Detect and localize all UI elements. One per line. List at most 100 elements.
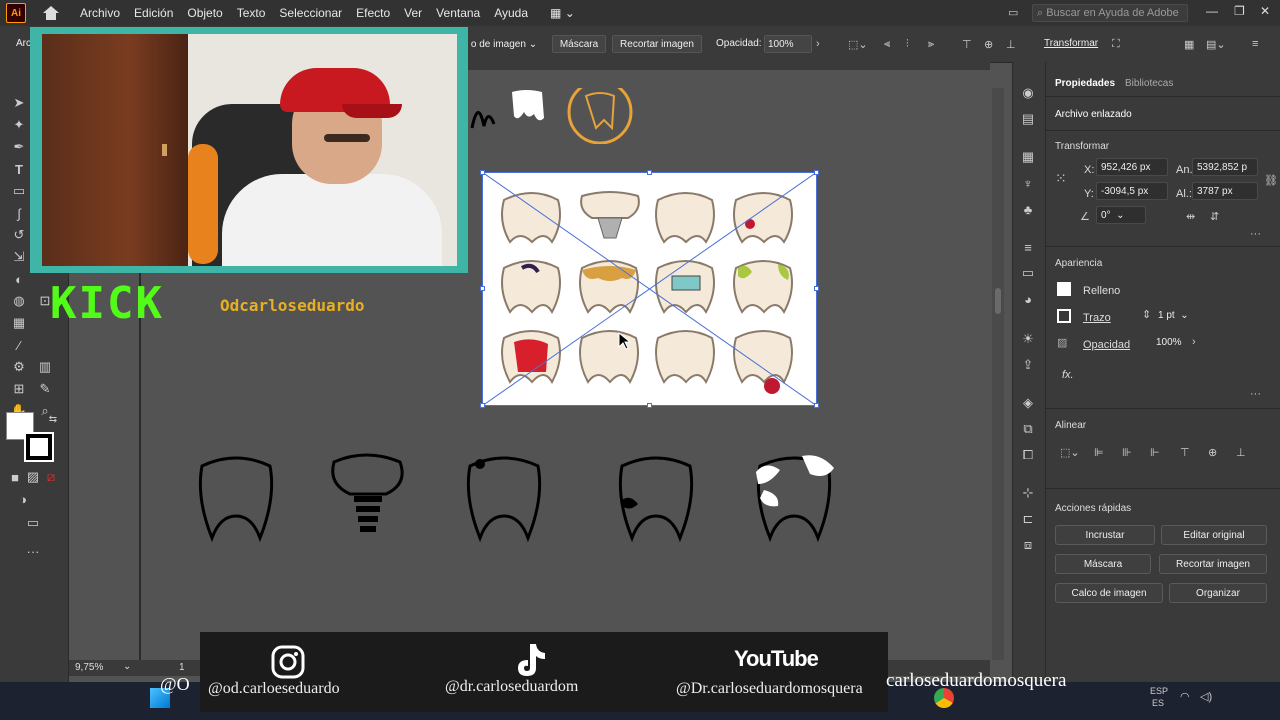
height-field[interactable]: 3787 px — [1192, 182, 1258, 200]
resize-handle-sw[interactable] — [480, 403, 485, 408]
zoom-chevron-icon[interactable]: ⌄ — [123, 661, 131, 672]
align-panel-icon[interactable]: ⊏ — [1019, 510, 1037, 528]
more-options-icon[interactable]: ··· — [1250, 228, 1261, 240]
maximize-icon[interactable]: ❐ — [1234, 4, 1245, 18]
menu-seleccionar[interactable]: Seleccionar — [279, 6, 342, 20]
swap-colors-icon[interactable]: ⇆ — [44, 410, 62, 428]
stroke-stepper-icon[interactable]: ⇕ — [1142, 308, 1151, 321]
brush-tool-icon[interactable]: ∫ — [10, 204, 28, 222]
links-icon[interactable]: ⧠ — [1019, 446, 1037, 464]
scale-tool-icon[interactable]: ⇲ — [10, 248, 28, 266]
fill-swatch-panel[interactable] — [1057, 282, 1071, 296]
volume-icon[interactable]: ◁) — [1200, 690, 1212, 703]
perspective-grid-icon[interactable]: ▦ — [10, 314, 28, 332]
placed-linked-image[interactable] — [480, 170, 819, 408]
menu-ayuda[interactable]: Ayuda — [494, 6, 528, 20]
chevron-right-icon[interactable]: › — [1192, 336, 1196, 348]
width-field[interactable]: 5392,852 p — [1192, 158, 1258, 176]
zoom-field[interactable]: 9,75% — [75, 662, 103, 673]
align-left-icon[interactable]: ⊫ — [1094, 446, 1104, 459]
help-search-input[interactable]: ⌕ Buscar en Ayuda de Adobe — [1032, 4, 1188, 22]
calco-button[interactable]: o de imagen ⌄ — [462, 35, 546, 53]
resize-handle-se[interactable] — [814, 403, 819, 408]
align-left-icon[interactable]: ⫷ — [884, 38, 898, 50]
stroke-panel-icon[interactable]: ≡ — [1019, 238, 1037, 256]
edit-original-button[interactable]: Editar original — [1161, 525, 1267, 545]
page-field[interactable]: 1 — [179, 662, 185, 673]
screen-mode-icon[interactable]: ▭ — [24, 514, 42, 532]
slice-tool-icon[interactable]: ✎ — [36, 380, 54, 398]
image-trace-icon[interactable]: ▦ — [1019, 148, 1037, 166]
shape-builder-icon[interactable]: ◍ — [10, 292, 28, 310]
align-hcenter-icon[interactable]: ⊪ — [1122, 446, 1132, 459]
more-icon[interactable]: ≡ — [1252, 38, 1266, 50]
recolor-icon[interactable]: ⬚⌄ — [848, 38, 868, 51]
stroke-swatch[interactable] — [24, 432, 54, 462]
gradient-panel-icon[interactable]: ▭ — [1019, 264, 1037, 282]
menu-efecto[interactable]: Efecto — [356, 6, 390, 20]
selection-tool-icon[interactable]: ➤ — [10, 94, 28, 112]
home-icon[interactable] — [42, 5, 60, 21]
arrange-button[interactable]: Organizar — [1169, 583, 1267, 603]
arrange-icon[interactable]: ▦ — [1184, 38, 1198, 51]
x-field[interactable]: 952,426 px — [1096, 158, 1168, 176]
mask-button[interactable]: Máscara — [1055, 554, 1151, 574]
rotate-tool-icon[interactable]: ↺ — [10, 226, 28, 244]
align-right-icon[interactable]: ⫸ — [928, 38, 942, 50]
menu-edicion[interactable]: Edición — [134, 6, 173, 20]
resize-handle-w[interactable] — [480, 286, 485, 291]
align-vcenter-icon[interactable]: ⊕ — [1208, 446, 1217, 459]
rectangle-tool-icon[interactable]: ▭ — [10, 182, 28, 200]
more-tools-icon[interactable]: ··· — [24, 542, 42, 560]
chevron-right-icon[interactable]: › — [816, 38, 830, 50]
flip-horizontal-icon[interactable]: ⇹ — [1186, 210, 1195, 223]
pen-tool-icon[interactable]: ✒ — [10, 138, 28, 156]
symbols-icon[interactable]: ♣ — [1019, 200, 1037, 218]
flip-vertical-icon[interactable]: ⇵ — [1210, 210, 1219, 223]
minimize-icon[interactable]: — — [1206, 4, 1218, 18]
stroke-swatch-panel[interactable] — [1057, 309, 1071, 323]
constrain-link-icon[interactable]: ⛓ — [1264, 174, 1278, 187]
magic-wand-icon[interactable]: ✦ — [10, 116, 28, 134]
type-tool-icon[interactable]: T — [10, 160, 28, 178]
reference-point-icon[interactable]: ⁙ — [1055, 170, 1067, 187]
layers-icon[interactable]: ◈ — [1019, 394, 1037, 412]
resize-handle-n[interactable] — [647, 170, 652, 175]
fx-button[interactable]: fx. — [1062, 369, 1074, 381]
crop-icon[interactable]: ⛶ — [1112, 38, 1126, 50]
pathfinder-icon[interactable]: ⧈ — [1019, 536, 1037, 554]
menu-archivo[interactable]: Archivo — [80, 6, 120, 20]
resize-handle-s[interactable] — [647, 403, 652, 408]
draw-mode-icon[interactable]: ◑ — [14, 490, 32, 508]
appearance-icon[interactable]: ◉ — [1019, 84, 1037, 102]
resize-handle-nw[interactable] — [480, 170, 485, 175]
eyedropper-icon[interactable]: ⁄ — [10, 336, 28, 354]
align-bottom-icon[interactable]: ⊥ — [1006, 38, 1020, 51]
align-middle-icon[interactable]: ⊕ — [984, 38, 998, 51]
resize-handle-ne[interactable] — [814, 170, 819, 175]
y-field[interactable]: -3094,5 px — [1096, 182, 1168, 200]
graphic-styles-icon[interactable]: ☀ — [1019, 330, 1037, 348]
align-right-icon[interactable]: ⊩ — [1150, 446, 1160, 459]
menu-ver[interactable]: Ver — [404, 6, 422, 20]
wifi-icon[interactable]: ◠ — [1180, 690, 1190, 703]
recortar-button[interactable]: Recortar imagen — [612, 35, 702, 53]
stroke-weight-field[interactable]: 1 pt ⌄ — [1154, 306, 1196, 324]
opacity-field-panel[interactable]: 100% — [1152, 333, 1190, 351]
tab-bibliotecas[interactable]: Bibliotecas — [1125, 78, 1173, 89]
menu-texto[interactable]: Texto — [237, 6, 266, 20]
mascara-button[interactable]: Máscara — [552, 35, 606, 53]
blend-tool-icon[interactable]: ⚙ — [10, 358, 28, 376]
scroll-thumb[interactable] — [995, 288, 1001, 314]
color-mode-icon[interactable]: ■ — [6, 468, 24, 486]
panel-menu-icon[interactable]: ▤⌄ — [1206, 38, 1226, 51]
opacity-label-panel[interactable]: Opacidad — [1083, 339, 1130, 351]
image-trace-button[interactable]: Calco de imagen — [1055, 583, 1163, 603]
resize-handle-e[interactable] — [814, 286, 819, 291]
align-top-icon[interactable]: ⊤ — [1180, 446, 1190, 459]
gradient-mode-icon[interactable]: ▨ — [24, 468, 42, 486]
align-bottom-icon[interactable]: ⊥ — [1236, 446, 1246, 459]
artboards-icon[interactable]: ⧉ — [1019, 420, 1037, 438]
opacity-field[interactable]: 100% — [764, 35, 812, 53]
transparency-icon[interactable]: ◕ — [1019, 290, 1037, 308]
